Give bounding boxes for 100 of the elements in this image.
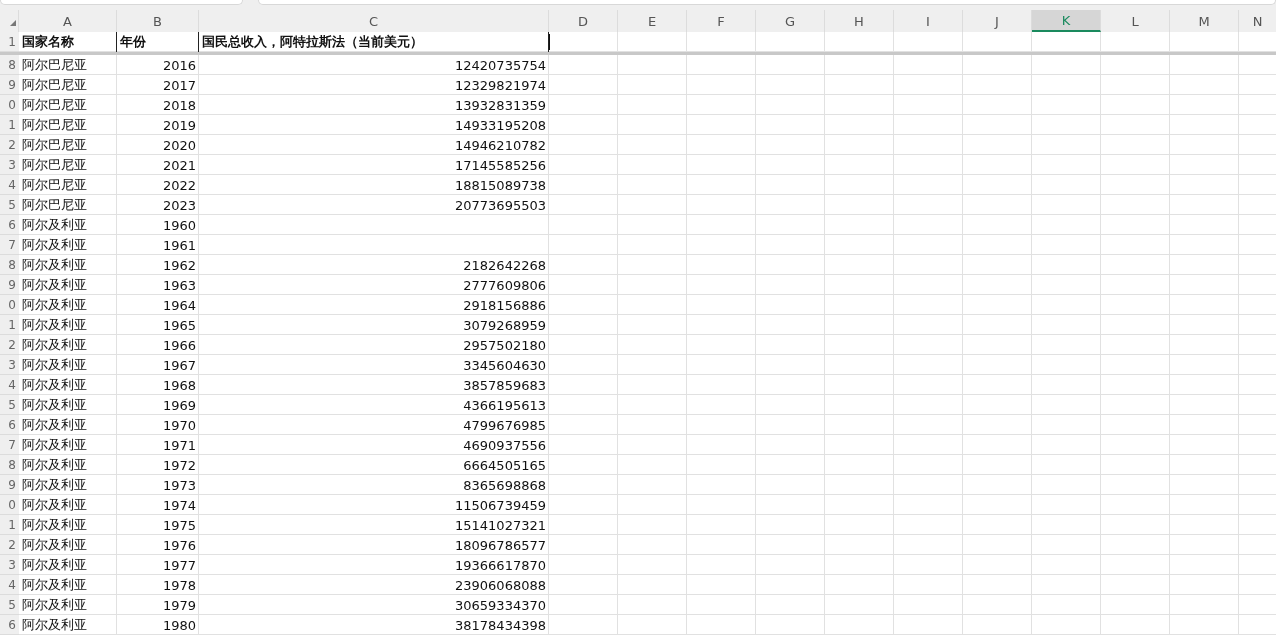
row-number[interactable]: 6 <box>0 615 19 635</box>
row-number[interactable]: 6 <box>0 415 19 435</box>
row-number[interactable]: 4 <box>0 575 19 595</box>
row-number[interactable]: 1 <box>0 32 19 52</box>
table-cell-text: 1980 <box>161 616 197 635</box>
row-number[interactable]: 9 <box>0 75 19 95</box>
table-cell-text: 1961 <box>161 236 197 255</box>
table-cell-text: 1971 <box>161 436 197 455</box>
table-cell-text: 阿尔巴尼亚 <box>21 196 88 214</box>
table-cell-text: 1978 <box>161 576 197 595</box>
table-cell-text: 阿尔及利亚 <box>21 236 88 254</box>
table-cell-text: 阿尔及利亚 <box>21 396 88 414</box>
select-all-icon[interactable] <box>10 20 16 26</box>
table-cell-text: 阿尔及利亚 <box>21 256 88 274</box>
row-number[interactable]: 0 <box>0 95 19 115</box>
column-header[interactable]: K <box>1032 10 1101 32</box>
row-number[interactable]: 1 <box>0 315 19 335</box>
row-number[interactable]: 2 <box>0 135 19 155</box>
table-cell-text: 阿尔及利亚 <box>21 376 88 394</box>
table-cell-text: 阿尔及利亚 <box>21 336 88 354</box>
table-cell-text: 1962 <box>161 256 197 275</box>
row-number[interactable]: 7 <box>0 235 19 255</box>
table-cell-text: 4366195613 <box>462 396 547 415</box>
row-number[interactable]: 9 <box>0 275 19 295</box>
table-cell-text: 阿尔巴尼亚 <box>21 56 88 74</box>
row-number[interactable]: 2 <box>0 335 19 355</box>
table-cell-text: 3857859683 <box>462 376 547 395</box>
table-cell-text: 阿尔及利亚 <box>21 296 88 314</box>
table-cell-text: 14933195208 <box>454 116 547 135</box>
table-cell-text: 1973 <box>161 476 197 495</box>
table-cell-text: 1972 <box>161 456 197 475</box>
table-cell-text: 15141027321 <box>454 516 547 535</box>
row-number[interactable]: 6 <box>0 215 19 235</box>
table-cell-text: 8365698868 <box>462 476 547 495</box>
table-cell-text: 阿尔及利亚 <box>21 436 88 454</box>
table-cell-text: 阿尔巴尼亚 <box>21 116 88 134</box>
row-number[interactable]: 3 <box>0 555 19 575</box>
table-cell-text: 4690937556 <box>462 436 547 455</box>
table-cell-text: 2918156886 <box>462 296 547 315</box>
row-number[interactable]: 1 <box>0 515 19 535</box>
row-number[interactable]: 8 <box>0 255 19 275</box>
row-number[interactable]: 2 <box>0 535 19 555</box>
table-cell-text: 2182642268 <box>462 256 547 275</box>
row-number[interactable]: 8 <box>0 55 19 75</box>
table-cell-text: 23906068088 <box>454 576 547 595</box>
row-number[interactable]: 5 <box>0 595 19 615</box>
row-number[interactable]: 4 <box>0 375 19 395</box>
table-cell-text: 30659334370 <box>454 596 547 615</box>
table-cell-text: 1975 <box>161 516 197 535</box>
table-cell-text: 2777609806 <box>462 276 547 295</box>
table-cell-text: 阿尔及利亚 <box>21 416 88 434</box>
table-cell-text: 1970 <box>161 416 197 435</box>
table-cell-text: 阿尔巴尼亚 <box>21 156 88 174</box>
table-cell-text: 1963 <box>161 276 197 295</box>
table-cell-text: 1976 <box>161 536 197 555</box>
row-number[interactable]: 5 <box>0 395 19 415</box>
table-cell-text: 阿尔及利亚 <box>21 556 88 574</box>
table-cell-text: 阿尔及利亚 <box>21 316 88 334</box>
row-number[interactable]: 3 <box>0 155 19 175</box>
table-cell-text: 1964 <box>161 296 197 315</box>
table-cell-text: 17145585256 <box>454 156 547 175</box>
table-cell-text: 18815089738 <box>454 176 547 195</box>
row-number[interactable]: 0 <box>0 495 19 515</box>
table-cell-text: 阿尔及利亚 <box>21 216 88 234</box>
table-cell-text: 阿尔巴尼亚 <box>21 76 88 94</box>
row-number[interactable]: 5 <box>0 195 19 215</box>
table-cell-text: 12329821974 <box>454 76 547 95</box>
row-number[interactable]: 9 <box>0 475 19 495</box>
table-cell-text: 2021 <box>161 156 197 175</box>
table-cell-text: 阿尔及利亚 <box>21 516 88 534</box>
table-cell-text: 1968 <box>161 376 197 395</box>
table-cell-text: 4799676985 <box>462 416 547 435</box>
table-cell-text: 阿尔巴尼亚 <box>21 176 88 194</box>
table-cell-text: 阿尔巴尼亚 <box>21 96 88 114</box>
table-cell-text: 2020 <box>161 136 197 155</box>
table-cell-text: 阿尔及利亚 <box>21 276 88 294</box>
table-cell-text: 1966 <box>161 336 197 355</box>
table-cell-text: 2957502180 <box>462 336 547 355</box>
row-number[interactable]: 0 <box>0 295 19 315</box>
table-cell-text: 阿尔及利亚 <box>21 616 88 634</box>
tab[interactable] <box>0 0 243 5</box>
table-cell-text: 2019 <box>161 116 197 135</box>
table-cell-text: 20773695503 <box>454 196 547 215</box>
table-cell-text: 14946210782 <box>454 136 547 155</box>
table-cell-text: 38178434398 <box>454 616 547 635</box>
row-number[interactable]: 7 <box>0 435 19 455</box>
table-cell-text: 阿尔及利亚 <box>21 456 88 474</box>
row-number[interactable]: 8 <box>0 455 19 475</box>
table-cell-text: 阿尔及利亚 <box>21 576 88 594</box>
table-cell-text: 阿尔及利亚 <box>21 536 88 554</box>
row-number[interactable]: 1 <box>0 115 19 135</box>
table-cell-text: 2018 <box>161 96 197 115</box>
table-cell-text: 2016 <box>161 56 197 75</box>
row-number[interactable]: 3 <box>0 355 19 375</box>
row-number[interactable]: 4 <box>0 175 19 195</box>
tab[interactable] <box>258 0 1276 5</box>
table-cell-text: 1967 <box>161 356 197 375</box>
table-cell-text: 1965 <box>161 316 197 335</box>
text-cursor <box>549 34 550 50</box>
table-cell-text: 1977 <box>161 556 197 575</box>
